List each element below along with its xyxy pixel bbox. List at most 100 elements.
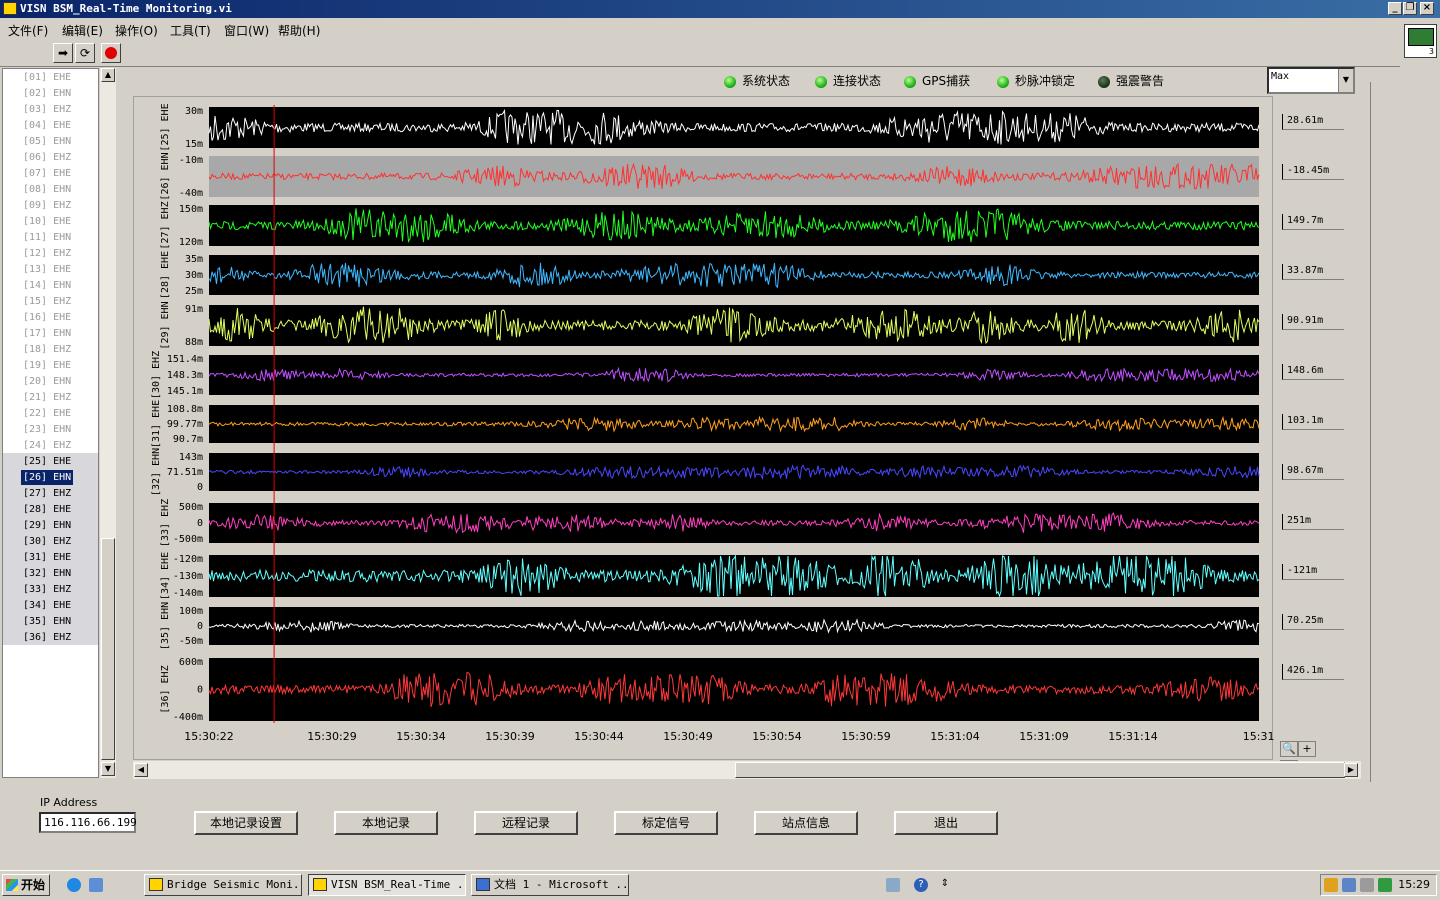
run-continuously-icon[interactable]: ⟳ [75, 43, 95, 63]
channel-item[interactable]: [33] EHZ [23, 582, 71, 597]
y-tick-label: 143m [179, 452, 203, 463]
ip-address-label: IP Address [40, 796, 98, 809]
menu-edit[interactable]: 编辑(E) [62, 22, 103, 39]
menu-file[interactable]: 文件(F) [8, 22, 48, 39]
help-icon[interactable]: ? [914, 878, 928, 892]
channel-item[interactable]: [24] EHZ [23, 438, 71, 453]
local-record-button[interactable]: 本地记录 [334, 811, 438, 835]
run-arrow-icon[interactable]: ➡ [53, 43, 73, 63]
show-desktop-icon[interactable] [89, 878, 103, 892]
tray-app-icon[interactable] [1324, 878, 1338, 892]
start-button[interactable]: 开始 [2, 874, 50, 896]
remote-record-button[interactable]: 远程记录 [474, 811, 578, 835]
indicator-strong-quake: 强震警告 [1098, 72, 1164, 89]
y-tick-label: 15m [185, 139, 203, 150]
menu-tools[interactable]: 工具(T) [170, 22, 211, 39]
channel-item[interactable]: [16] EHE [23, 310, 71, 325]
channel-readout: 33.87m [1282, 264, 1344, 280]
x-tick-label: 15:30:44 [574, 730, 623, 743]
channel-item[interactable]: [14] EHN [23, 278, 71, 293]
channel-item[interactable]: [20] EHN [23, 374, 71, 389]
vi-connector-icon[interactable]: 3 [1404, 24, 1437, 58]
trace-background [209, 156, 1259, 197]
channel-item[interactable]: [13] EHE [23, 262, 71, 277]
time-scrollbar[interactable]: ◀ ▶ [133, 761, 1361, 779]
internet-explorer-icon[interactable] [67, 878, 81, 892]
channel-list[interactable]: [01] EHE [02] EHN [03] EHZ [04] EHE [05] EHN… [2, 68, 99, 778]
task-word-document[interactable]: 文档 1 - Microsoft ... [471, 874, 629, 896]
channel-item[interactable]: [17] EHN [23, 326, 71, 341]
channel-item[interactable]: [26] EHN [21, 470, 74, 485]
channel-list-scrollbar[interactable]: ▲ ▼ [100, 68, 116, 778]
x-tick-label: 15:31:09 [1019, 730, 1068, 743]
y-tick-label: 99.77m [167, 419, 203, 430]
minimize-button[interactable]: _ [1388, 2, 1402, 15]
channel-readout: 90.91m [1282, 314, 1344, 330]
channel-item[interactable]: [34] EHE [23, 598, 71, 613]
ip-address-field[interactable]: 116.116.66.199 [39, 812, 137, 833]
scroll-right-icon[interactable]: ▶ [1344, 763, 1358, 777]
channel-item[interactable]: [03] EHZ [23, 102, 71, 117]
abort-icon[interactable] [101, 43, 121, 63]
task-bridge-seismic[interactable]: Bridge Seismic Moni... [144, 874, 302, 896]
menu-operate[interactable]: 操作(O) [115, 22, 158, 39]
scroll-left-icon[interactable]: ◀ [134, 763, 148, 777]
network-icon[interactable] [886, 878, 900, 892]
task-visn-bsm[interactable]: VISN BSM_Real-Time ... [308, 874, 466, 896]
channel-item[interactable]: [07] EHE [23, 166, 71, 181]
trace-channel-label: [28] EHE [160, 251, 171, 299]
channel-item[interactable]: [36] EHZ [23, 630, 71, 645]
channel-item[interactable]: [12] EHZ [23, 246, 71, 261]
station-info-button[interactable]: 站点信息 [754, 811, 858, 835]
scroll-down-icon[interactable]: ▼ [101, 762, 115, 776]
channel-item[interactable]: [21] EHZ [23, 390, 71, 405]
channel-item[interactable]: [35] EHN [23, 614, 71, 629]
channel-item[interactable]: [31] EHE [23, 550, 71, 565]
channel-item[interactable]: [22] EHE [23, 406, 71, 421]
channel-item[interactable]: [32] EHN [23, 566, 71, 581]
channel-item[interactable]: [04] EHE [23, 118, 71, 133]
channel-item[interactable]: [29] EHN [23, 518, 71, 533]
channel-item[interactable]: [05] EHN [23, 134, 71, 149]
channel-item[interactable]: [09] EHZ [23, 198, 71, 213]
menu-window[interactable]: 窗口(W) [224, 22, 269, 39]
menu-help[interactable]: 帮助(H) [278, 22, 320, 39]
crosshair-icon[interactable]: + [1298, 741, 1316, 757]
scroll-up-icon[interactable]: ▲ [101, 68, 115, 82]
channel-item[interactable]: [28] EHE [23, 502, 71, 517]
x-tick-label: 15:30:22 [184, 730, 233, 743]
y-tick-label: 600m [179, 657, 203, 668]
channel-item[interactable]: [01] EHE [23, 70, 71, 85]
channel-item[interactable]: [27] EHZ [23, 486, 71, 501]
channel-item[interactable]: [06] EHZ [23, 150, 71, 165]
y-tick-label: 145.1m [167, 386, 203, 397]
channel-item[interactable]: [19] EHE [23, 358, 71, 373]
y-tick-label: 30m [185, 270, 203, 281]
channel-item[interactable]: [11] EHN [23, 230, 71, 245]
zoom-icon[interactable]: 🔍 [1280, 741, 1298, 757]
waveform-chart[interactable]: [25] EHE 30m 15m [26] EHN -10m -40m [27] EHZ 15… [133, 96, 1274, 760]
tray-update-icon[interactable] [1378, 878, 1392, 892]
tray-speaker-icon[interactable] [1360, 878, 1374, 892]
dropdown-arrow-icon[interactable]: ▼ [1338, 69, 1353, 92]
close-button[interactable]: × [1420, 2, 1434, 15]
time-scroll-thumb[interactable] [735, 762, 1345, 778]
exit-button[interactable]: 退出 [894, 811, 998, 835]
local-record-settings-button[interactable]: 本地记录设置 [194, 811, 298, 835]
labview-icon [313, 878, 327, 891]
restore-button[interactable]: ❐ [1403, 2, 1417, 15]
volume-arrows-icon[interactable]: ⇕ [938, 878, 952, 892]
channel-item[interactable]: [02] EHN [23, 86, 71, 101]
channel-item[interactable]: [30] EHZ [23, 534, 71, 549]
channel-item[interactable]: [23] EHN [23, 422, 71, 437]
channel-item[interactable]: [18] EHZ [23, 342, 71, 357]
scroll-thumb[interactable] [101, 538, 115, 760]
calibration-signal-button[interactable]: 标定信号 [614, 811, 718, 835]
channel-item[interactable]: [10] EHE [23, 214, 71, 229]
scale-mode-select[interactable]: Max ▼ [1267, 67, 1355, 94]
channel-item[interactable]: [25] EHE [23, 454, 71, 469]
tray-network-icon[interactable] [1342, 878, 1356, 892]
channel-item[interactable]: [08] EHN [23, 182, 71, 197]
channel-readout: -18.45m [1282, 164, 1344, 180]
channel-item[interactable]: [15] EHZ [23, 294, 71, 309]
